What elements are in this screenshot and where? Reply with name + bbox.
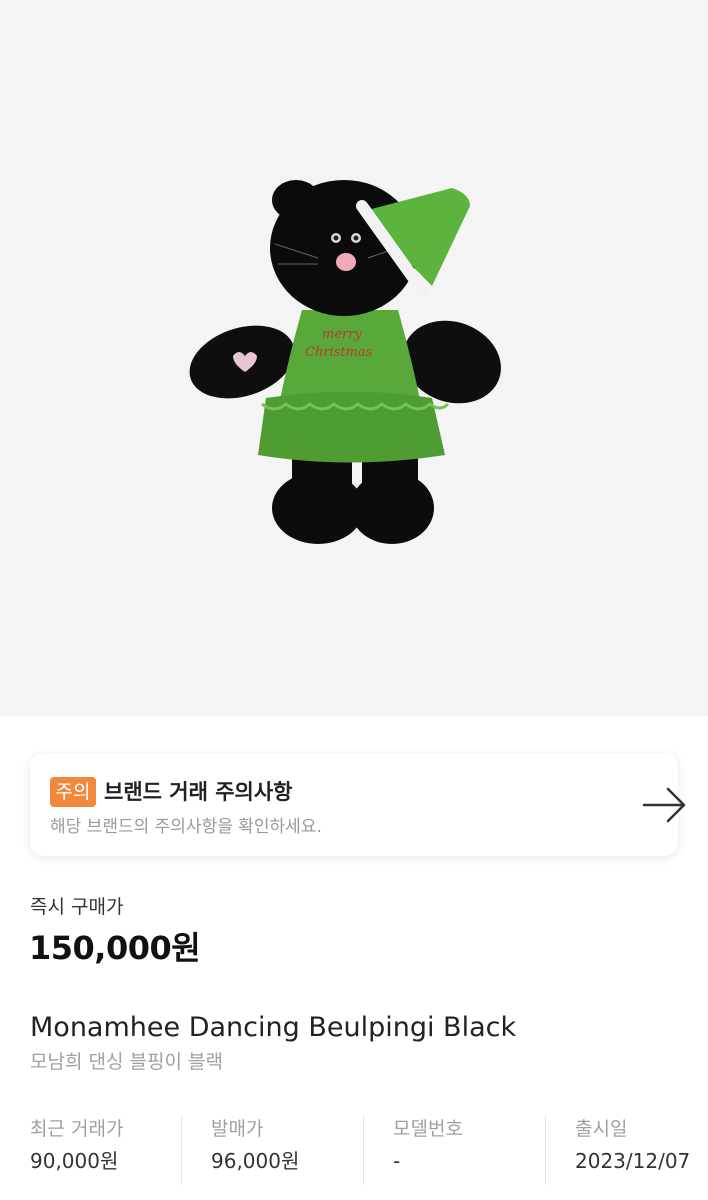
instant-buy-price: 150,000원	[29, 929, 201, 967]
detail-value: -	[393, 1149, 401, 1173]
embroidery-text-2: Christmas	[305, 345, 373, 360]
detail-label: 최근 거래가	[30, 1118, 124, 1140]
divider	[545, 1115, 546, 1185]
arrow-right-icon[interactable]	[638, 785, 690, 825]
detail-label: 모델번호	[393, 1118, 463, 1140]
instant-buy-price-label: 즉시 구매가	[30, 896, 124, 918]
plush-toy-illustration: merry Christmas	[189, 180, 501, 544]
product-details-row: 최근 거래가 90,000원 발매가 96,000원 모델번호 - 출시일 20…	[30, 1115, 708, 1185]
detail-label: 출시일	[575, 1118, 628, 1140]
divider	[181, 1115, 182, 1185]
detail-label: 발매가	[211, 1118, 264, 1140]
detail-value: 2023/12/07	[575, 1149, 691, 1173]
detail-value: 90,000원	[30, 1149, 119, 1173]
detail-value: 96,000원	[211, 1149, 300, 1173]
brand-notice-card[interactable]: 주의 브랜드 거래 주의사항 해당 브랜드의 주의사항을 확인하세요.	[30, 753, 686, 856]
product-image[interactable]: merry Christmas	[0, 0, 708, 716]
embroidery-text-1: merry	[322, 327, 362, 342]
divider	[363, 1115, 364, 1185]
product-name-english: Monamhee Dancing Beulpingi Black	[30, 1012, 517, 1043]
product-page: merry Christmas 주의 브랜드 거래 주의사항 해당 브랜드의 주…	[0, 0, 708, 1200]
product-name-korean: 모남희 댄싱 블핑이 블랙	[30, 1051, 223, 1073]
notice-description: 해당 브랜드의 주의사항을 확인하세요.	[50, 817, 322, 837]
warning-badge: 주의	[50, 777, 96, 807]
notice-title: 브랜드 거래 주의사항	[104, 780, 293, 804]
